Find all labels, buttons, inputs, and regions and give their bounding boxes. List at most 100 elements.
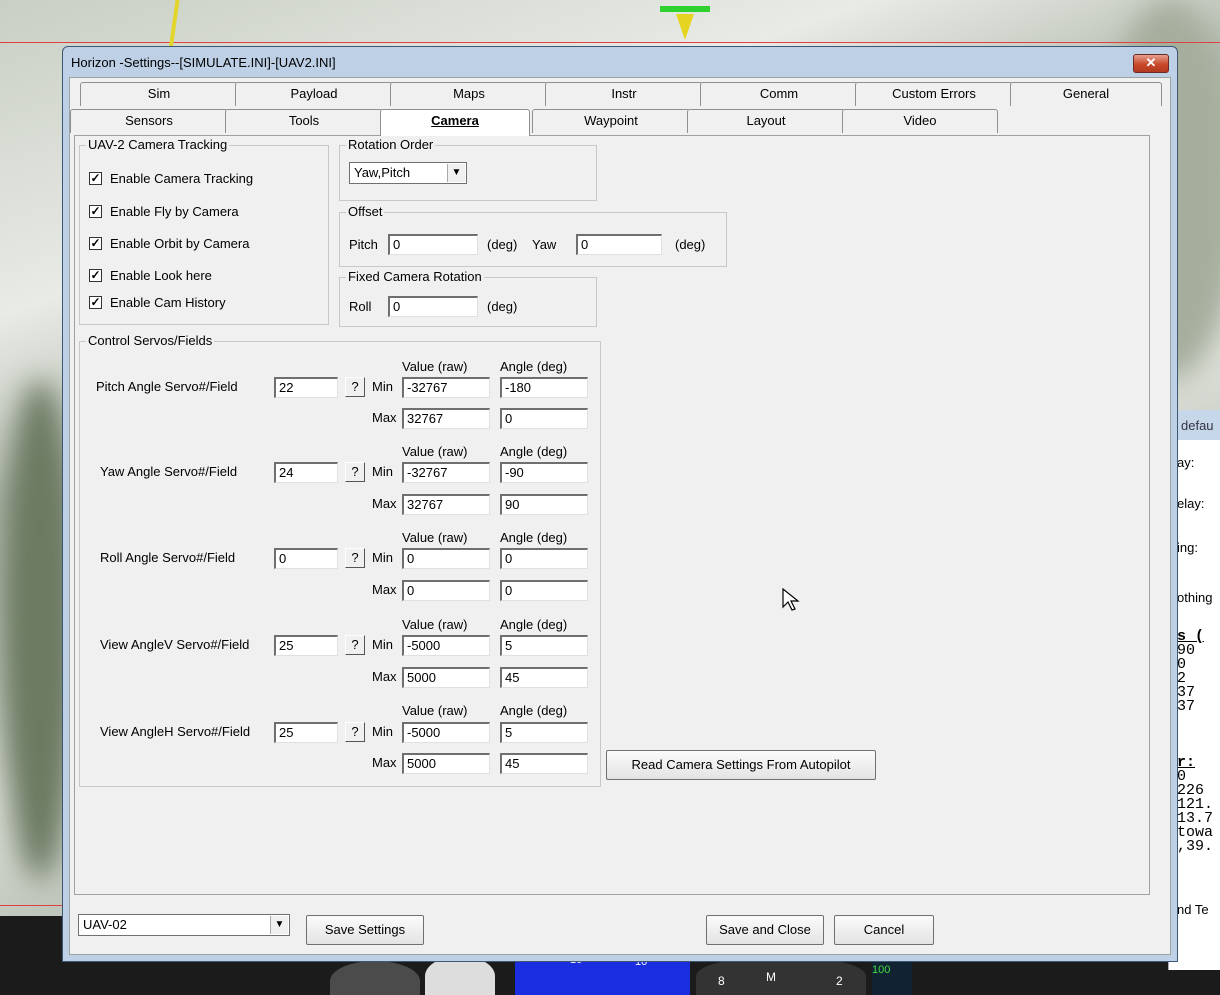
tab-general[interactable]: General [1010,82,1162,106]
title-bar[interactable]: Horizon -Settings--[SIMULATE.INI]-[UAV2.… [63,47,1177,77]
settings-window: Horizon -Settings--[SIMULATE.INI]-[UAV2.… [62,46,1178,962]
panel-text: othing [1177,590,1213,605]
help-button[interactable]: ? [345,635,365,655]
pitch-offset-input[interactable]: 0 [388,234,478,255]
max-raw-input[interactable]: 5000 [402,667,490,688]
tab-sensors[interactable]: Sensors [70,109,228,133]
checkbox-box[interactable]: ✓ [89,269,102,282]
servo-field-input[interactable]: 25 [274,722,338,743]
max-deg-input[interactable]: 45 [500,753,588,774]
min-deg-input[interactable]: -90 [500,462,588,483]
select-value: Yaw,Pitch [354,165,411,180]
min-raw-input[interactable]: 0 [402,548,490,569]
min-raw-input[interactable]: -5000 [402,635,490,656]
panel-text: elay: [1177,496,1205,511]
min-deg-input[interactable]: 5 [500,722,588,743]
read-camera-settings-button[interactable]: Read Camera Settings From Autopilot [606,750,876,780]
enable-camera-tracking-checkbox[interactable]: ✓ Enable Camera Tracking [89,171,253,186]
unit-label: (deg) [487,237,518,252]
fixed-camera-rotation-group: Fixed Camera Rotation Roll 0 (deg) [339,269,597,327]
tab-maps[interactable]: Maps [390,82,548,106]
checkbox-box[interactable]: ✓ [89,237,102,250]
max-raw-input[interactable]: 32767 [402,408,490,429]
angle-deg-header: Angle (deg) [500,617,568,632]
uav-select[interactable]: UAV-02 ▼ [78,914,290,936]
checkbox-box[interactable]: ✓ [89,172,102,185]
tab-video[interactable]: Video [842,109,998,133]
yaw-offset-input[interactable]: 0 [576,234,662,255]
tab-custom-errors[interactable]: Custom Errors [855,82,1013,106]
rotation-order-select[interactable]: Yaw,Pitch ▼ [349,162,467,184]
group-title: Control Servos/Fields [86,333,215,348]
min-label: Min [372,550,393,565]
checkbox-label: Enable Camera Tracking [110,171,254,186]
tab-sim[interactable]: Sim [80,82,238,106]
max-deg-input[interactable]: 0 [500,408,588,429]
max-label: Max [372,582,397,597]
dialog-client: Sim Payload Maps Instr Comm Custom Error… [69,77,1171,955]
enable-cam-history-checkbox[interactable]: ✓ Enable Cam History [89,295,226,310]
heading-marker [660,6,710,12]
help-button[interactable]: ? [345,462,365,482]
tab-layout[interactable]: Layout [687,109,845,133]
aircraft-arrow-icon [676,14,694,40]
enable-look-here-checkbox[interactable]: ✓ Enable Look here [89,268,212,283]
chevron-down-icon[interactable]: ▼ [447,164,465,182]
checkbox-label: Enable Fly by Camera [110,204,239,219]
min-raw-input[interactable]: -32767 [402,377,490,398]
help-button[interactable]: ? [345,548,365,568]
tab-payload[interactable]: Payload [235,82,393,106]
checkbox-box[interactable]: ✓ [89,205,102,218]
enable-orbit-by-camera-checkbox[interactable]: ✓ Enable Orbit by Camera [89,236,249,251]
checkbox-box[interactable]: ✓ [89,296,102,309]
min-raw-input[interactable]: -32767 [402,462,490,483]
servo-field-input[interactable]: 0 [274,548,338,569]
close-button[interactable]: ✕ [1133,54,1169,73]
tab-camera[interactable]: Camera [380,109,530,136]
angle-deg-header: Angle (deg) [500,359,568,374]
panel-text: ing: [1177,540,1198,555]
min-deg-input[interactable]: -180 [500,377,588,398]
servo-label: Yaw Angle Servo#/Field [100,464,238,479]
enable-fly-by-camera-checkbox[interactable]: ✓ Enable Fly by Camera [89,204,239,219]
servo-field-input[interactable]: 24 [274,462,338,483]
min-deg-input[interactable]: 5 [500,635,588,656]
tab-instr[interactable]: Instr [545,82,703,106]
help-button[interactable]: ? [345,722,365,742]
value-raw-header: Value (raw) [402,530,468,545]
group-title: Rotation Order [346,137,436,152]
cancel-button[interactable]: Cancel [834,915,934,945]
control-servos-group: Control Servos/Fields Value (raw) Angle … [79,333,601,787]
panel-text: nd Te [1177,902,1209,917]
camera-tab-page: UAV-2 Camera Tracking ✓ Enable Camera Tr… [74,135,1150,895]
save-and-close-button[interactable]: Save and Close [706,915,824,945]
max-raw-input[interactable]: 5000 [402,753,490,774]
angle-deg-header: Angle (deg) [500,444,568,459]
value-raw-header: Value (raw) [402,359,468,374]
panel-text: 37 [1177,698,1196,715]
servo-field-input[interactable]: 22 [274,377,338,398]
min-raw-input[interactable]: -5000 [402,722,490,743]
min-deg-input[interactable]: 0 [500,548,588,569]
group-title: Fixed Camera Rotation [346,269,484,284]
unit-label: (deg) [675,237,706,252]
tab-waypoint[interactable]: Waypoint [532,109,690,133]
max-deg-input[interactable]: 0 [500,580,588,601]
tab-tools[interactable]: Tools [225,109,383,133]
max-deg-input[interactable]: 90 [500,494,588,515]
angle-deg-header: Angle (deg) [500,703,568,718]
tab-comm[interactable]: Comm [700,82,858,106]
pitch-label: Pitch [349,237,378,252]
max-raw-input[interactable]: 32767 [402,494,490,515]
servo-field-input[interactable]: 25 [274,635,338,656]
roll-input[interactable]: 0 [388,296,478,317]
max-deg-input[interactable]: 45 [500,667,588,688]
chevron-down-icon[interactable]: ▼ [270,916,288,934]
servo-label: Pitch Angle Servo#/Field [96,379,238,394]
help-button[interactable]: ? [345,377,365,397]
max-raw-input[interactable]: 0 [402,580,490,601]
min-label: Min [372,379,393,394]
save-settings-button[interactable]: Save Settings [306,915,424,945]
servo-label: View AngleV Servo#/Field [100,637,250,652]
min-label: Min [372,637,393,652]
